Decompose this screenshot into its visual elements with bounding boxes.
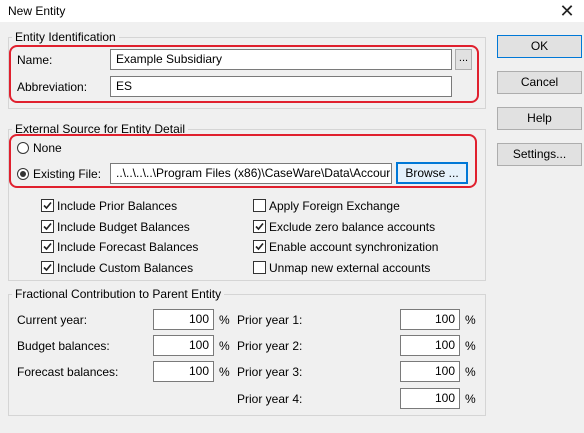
window-title: New Entity <box>8 4 66 18</box>
exclude-zero-balance-label: Exclude zero balance accounts <box>269 220 436 234</box>
external-source-highlight <box>9 134 477 188</box>
help-button[interactable]: Help <box>497 107 582 130</box>
enable-account-sync-checkbox[interactable] <box>253 240 266 253</box>
entity-identification-legend: Entity Identification <box>12 30 119 44</box>
check-icon <box>43 201 52 210</box>
close-icon[interactable]: ✕ <box>556 1 578 21</box>
percent-sign: % <box>219 365 230 379</box>
prior-year-1-input[interactable]: 100 <box>400 309 460 330</box>
include-forecast-checkbox[interactable] <box>41 240 54 253</box>
percent-sign: % <box>465 392 476 406</box>
include-custom-label: Include Custom Balances <box>57 261 194 275</box>
prior-year-2-label: Prior year 2: <box>237 339 303 353</box>
percent-sign: % <box>465 365 476 379</box>
percent-sign: % <box>219 339 230 353</box>
include-prior-label: Include Prior Balances <box>57 199 178 213</box>
current-year-input[interactable]: 100 <box>153 309 214 330</box>
prior-year-3-input[interactable]: 100 <box>400 361 460 382</box>
check-icon <box>255 242 264 251</box>
unmap-new-accounts-label: Unmap new external accounts <box>269 261 431 275</box>
enable-account-sync-label: Enable account synchronization <box>269 240 439 254</box>
entity-identification-highlight <box>9 45 479 103</box>
prior-year-4-input[interactable]: 100 <box>400 388 460 409</box>
budget-balances-label: Budget balances: <box>17 339 110 353</box>
check-icon <box>43 242 52 251</box>
check-icon <box>43 263 52 272</box>
include-budget-checkbox[interactable] <box>41 220 54 233</box>
percent-sign: % <box>465 339 476 353</box>
title-bar: New Entity ✕ <box>0 0 584 22</box>
cancel-button[interactable]: Cancel <box>497 71 582 94</box>
check-icon <box>255 222 264 231</box>
ok-button[interactable]: OK <box>497 35 582 58</box>
prior-year-3-label: Prior year 3: <box>237 365 303 379</box>
fractional-contribution-legend: Fractional Contribution to Parent Entity <box>12 287 225 301</box>
check-icon <box>43 222 52 231</box>
include-budget-label: Include Budget Balances <box>57 220 190 234</box>
include-custom-checkbox[interactable] <box>41 261 54 274</box>
apply-foreign-exchange-checkbox[interactable] <box>253 199 266 212</box>
current-year-label: Current year: <box>17 313 88 327</box>
unmap-new-accounts-checkbox[interactable] <box>253 261 266 274</box>
budget-balances-input[interactable]: 100 <box>153 335 214 356</box>
prior-year-2-input[interactable]: 100 <box>400 335 460 356</box>
percent-sign: % <box>219 313 230 327</box>
prior-year-1-label: Prior year 1: <box>237 313 303 327</box>
prior-year-4-label: Prior year 4: <box>237 392 303 406</box>
apply-foreign-exchange-label: Apply Foreign Exchange <box>269 199 400 213</box>
exclude-zero-balance-checkbox[interactable] <box>253 220 266 233</box>
include-forecast-label: Include Forecast Balances <box>57 240 199 254</box>
forecast-balances-input[interactable]: 100 <box>153 361 214 382</box>
include-prior-checkbox[interactable] <box>41 199 54 212</box>
settings-button[interactable]: Settings... <box>497 143 582 166</box>
forecast-balances-label: Forecast balances: <box>17 365 119 379</box>
percent-sign: % <box>465 313 476 327</box>
